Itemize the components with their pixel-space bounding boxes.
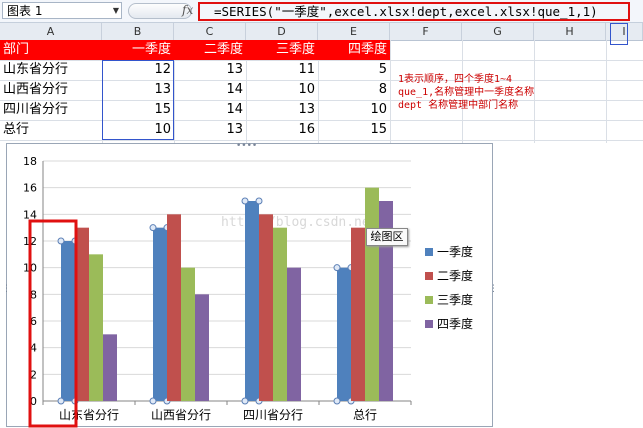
legend-label: 一季度 bbox=[437, 244, 473, 259]
bar bbox=[245, 201, 259, 401]
column-header-c[interactable]: C bbox=[174, 23, 246, 40]
q4-cell[interactable]: 15 bbox=[318, 120, 390, 140]
column-header-f[interactable]: F bbox=[390, 23, 462, 40]
q2-cell[interactable]: 14 bbox=[174, 100, 246, 120]
bar bbox=[195, 294, 209, 401]
column-header-e[interactable]: E bbox=[318, 23, 390, 40]
selection-handle bbox=[333, 264, 341, 272]
legend-swatch bbox=[425, 272, 433, 280]
column-header-a[interactable]: A bbox=[0, 23, 102, 40]
selection-handle bbox=[241, 197, 249, 205]
bar bbox=[287, 267, 301, 401]
bar bbox=[89, 254, 103, 401]
selection-handle bbox=[149, 224, 157, 232]
q3-cell[interactable]: 13 bbox=[246, 100, 318, 120]
q1-cell[interactable]: 15 bbox=[102, 100, 174, 120]
q4-cell[interactable]: 8 bbox=[318, 80, 390, 100]
resize-handle-top[interactable]: •••• bbox=[236, 141, 257, 151]
q4-cell[interactable]: 5 bbox=[318, 60, 390, 80]
dept-cell[interactable]: 总行 bbox=[0, 120, 102, 140]
chart-object[interactable]: 0 2 4 6 8 10 12 14 16 18 http://blog.csdn.net/山东省分… bbox=[2, 141, 498, 428]
column-header-h[interactable]: H bbox=[534, 23, 606, 40]
bar bbox=[167, 214, 181, 401]
selection-handle bbox=[57, 397, 65, 405]
x-tick-label: 总行 bbox=[353, 408, 377, 422]
formula-input[interactable]: =SERIES("一季度",excel.xlsx!dept,excel.xlsx… bbox=[198, 2, 630, 21]
header-cell-q4[interactable]: 四季度 bbox=[318, 40, 390, 60]
legend-swatch bbox=[425, 248, 433, 256]
q1-cell[interactable]: 13 bbox=[102, 80, 174, 100]
q3-cell[interactable]: 10 bbox=[246, 80, 318, 100]
x-tick-label: 山西省分行 bbox=[151, 408, 211, 422]
column-header-d[interactable]: D bbox=[246, 23, 318, 40]
column-header-b[interactable]: B bbox=[102, 23, 174, 40]
plot-area-tooltip: 绘图区 bbox=[366, 228, 408, 246]
chevron-down-icon[interactable]: ▼ bbox=[110, 3, 122, 18]
selection-handle bbox=[255, 197, 263, 205]
dept-cell[interactable]: 山东省分行 bbox=[0, 60, 102, 80]
y-tick-label: 16 bbox=[23, 182, 37, 195]
q2-cell[interactable]: 14 bbox=[174, 80, 246, 100]
formula-bar: 图表 1 ▼ fx =SERIES("一季度",excel.xlsx!dept,… bbox=[0, 0, 643, 23]
column-headers: A B C D E F G H I bbox=[0, 23, 643, 41]
bar bbox=[337, 267, 351, 401]
legend-label: 二季度 bbox=[437, 268, 473, 283]
bar bbox=[61, 241, 75, 401]
legend-label: 四季度 bbox=[437, 316, 473, 331]
header-cell-dept[interactable]: 部门 bbox=[0, 40, 102, 60]
y-tick-label: 18 bbox=[23, 155, 37, 168]
q3-cell[interactable]: 16 bbox=[246, 120, 318, 140]
q2-cell[interactable]: 13 bbox=[174, 120, 246, 140]
header-cell-q1[interactable]: 一季度 bbox=[102, 40, 174, 60]
annotation-line-3: dept 名称管理中部门名称 bbox=[398, 100, 519, 111]
header-cell-q3[interactable]: 三季度 bbox=[246, 40, 318, 60]
header-cell-q2[interactable]: 二季度 bbox=[174, 40, 246, 60]
x-tick-label: 四川省分行 bbox=[243, 408, 303, 422]
bar-chart[interactable]: 024681012141618http://blog.csdn.net/山东省分… bbox=[7, 144, 494, 428]
x-tick-label: 山东省分行 bbox=[59, 408, 119, 422]
legend-swatch bbox=[425, 296, 433, 304]
dept-cell[interactable]: 四川省分行 bbox=[0, 100, 102, 120]
name-box[interactable]: 图表 1 bbox=[2, 2, 122, 19]
q1-cell[interactable]: 10 bbox=[102, 120, 174, 140]
series-marker-outline bbox=[610, 23, 628, 45]
selection-handle bbox=[241, 397, 249, 405]
insert-function-icon[interactable]: fx bbox=[182, 3, 193, 17]
resize-handle-right[interactable]: ⋮ bbox=[489, 284, 498, 294]
selection-handle bbox=[333, 397, 341, 405]
bar bbox=[181, 267, 195, 401]
bar bbox=[365, 187, 379, 401]
q1-cell[interactable]: 12 bbox=[102, 60, 174, 80]
bar bbox=[351, 227, 365, 401]
bar bbox=[103, 334, 117, 401]
q3-cell[interactable]: 11 bbox=[246, 60, 318, 80]
bar bbox=[259, 214, 273, 401]
bar bbox=[273, 227, 287, 401]
legend-swatch bbox=[425, 320, 433, 328]
legend-label: 三季度 bbox=[437, 292, 473, 307]
resize-handle-left[interactable]: ⋮ bbox=[2, 284, 11, 294]
selection-handle bbox=[149, 397, 157, 405]
q4-cell[interactable]: 10 bbox=[318, 100, 390, 120]
selection-handle bbox=[57, 237, 65, 245]
bar bbox=[153, 227, 167, 401]
y-tick-label: 14 bbox=[23, 208, 37, 221]
column-header-g[interactable]: G bbox=[462, 23, 534, 40]
q2-cell[interactable]: 13 bbox=[174, 60, 246, 80]
dept-cell[interactable]: 山西省分行 bbox=[0, 80, 102, 100]
